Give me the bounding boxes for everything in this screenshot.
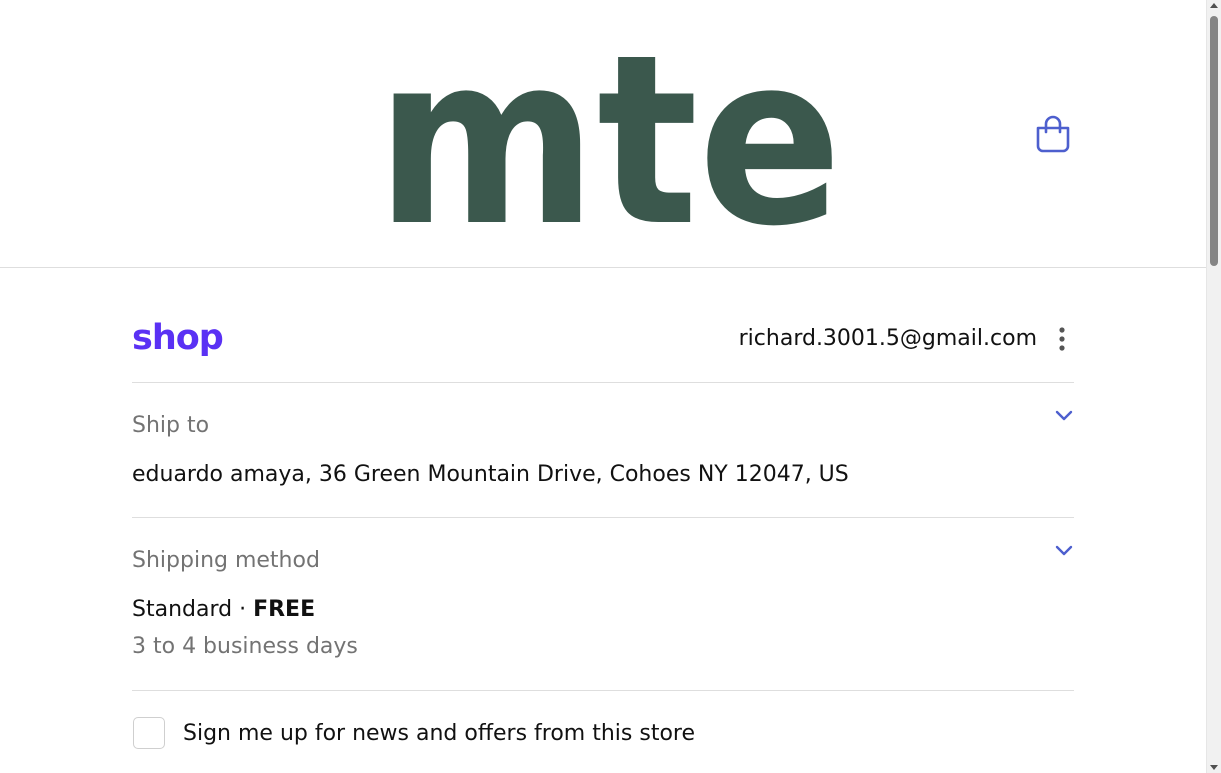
page-scrollbar[interactable]	[1206, 0, 1221, 773]
more-vertical-icon[interactable]	[1056, 326, 1068, 352]
store-header: mte	[0, 0, 1206, 268]
scrollbar-thumb[interactable]	[1210, 16, 1218, 266]
chevron-down-icon[interactable]	[1054, 407, 1074, 423]
store-logo[interactable]: mte	[374, 42, 844, 226]
shopping-bag-icon[interactable]	[1034, 114, 1072, 154]
shipping-method-value: Standard · FREE	[132, 595, 315, 625]
scroll-down-arrow-icon[interactable]	[1210, 765, 1218, 770]
ship-to-label: Ship to	[132, 413, 210, 438]
shop-account-row: shop richard.3001.5@gmail.com	[132, 268, 1074, 383]
scroll-up-arrow-icon[interactable]	[1210, 3, 1218, 8]
shipping-method-separator: ·	[232, 597, 254, 622]
shipping-method-section[interactable]: Shipping method Standard · FREE 3 to 4 b…	[132, 518, 1074, 691]
checkout-main: shop richard.3001.5@gmail.com Ship to ed…	[132, 268, 1074, 771]
newsletter-row: Sign me up for news and offers from this…	[132, 691, 1074, 771]
store-logo-text: mte	[376, 42, 842, 226]
newsletter-label[interactable]: Sign me up for news and offers from this…	[183, 719, 695, 749]
shipping-delivery-time: 3 to 4 business days	[132, 634, 358, 659]
shipping-method-label: Shipping method	[132, 548, 320, 573]
chevron-down-icon[interactable]	[1054, 542, 1074, 558]
ship-to-address: eduardo amaya, 36 Green Mountain Drive, …	[132, 462, 849, 487]
checkout-page: mte shop richard.3001.5@gmail.com Ship t…	[0, 0, 1221, 773]
account-email: richard.3001.5@gmail.com	[738, 326, 1037, 351]
ship-to-section[interactable]: Ship to eduardo amaya, 36 Green Mountain…	[132, 383, 1074, 518]
newsletter-checkbox[interactable]	[133, 717, 165, 749]
shipping-method-price: FREE	[253, 597, 316, 622]
shop-pay-logo: shop	[132, 318, 224, 358]
shipping-method-name: Standard	[132, 597, 233, 622]
